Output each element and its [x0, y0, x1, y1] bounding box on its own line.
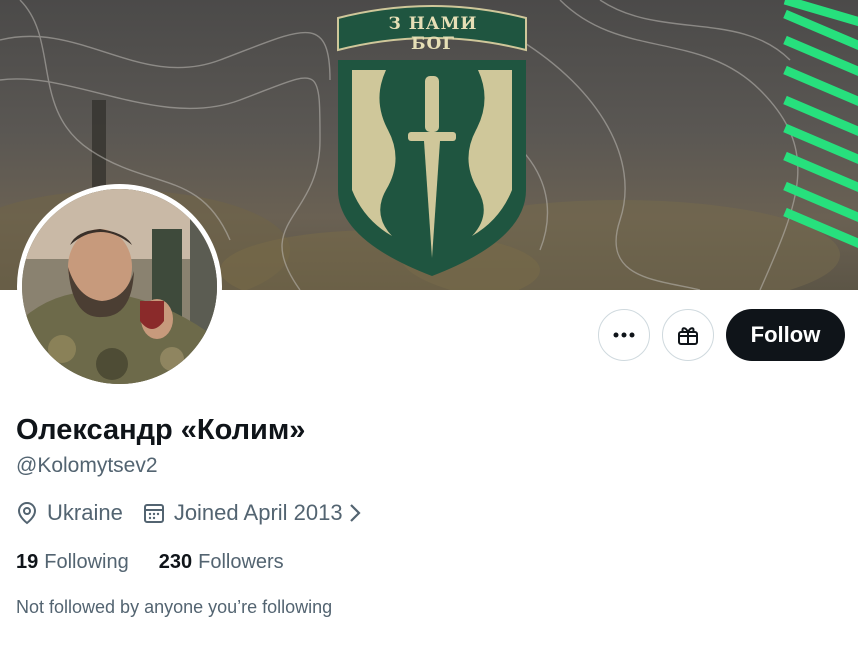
- location-text: Ukraine: [47, 500, 123, 525]
- joined-item[interactable]: Joined April 2013: [143, 500, 370, 526]
- more-icon: [613, 332, 635, 338]
- patch-motto: З НАМИ БОГ: [388, 14, 478, 54]
- location-pin-icon: [17, 501, 37, 525]
- followers-label: Followers: [198, 551, 284, 573]
- profile-meta: Ukraine Joined April 2013: [16, 500, 370, 526]
- following-count: 19: [16, 551, 39, 573]
- calendar-icon: [143, 504, 164, 523]
- following-link[interactable]: 19 Following: [16, 551, 129, 574]
- chevron-right-icon: [349, 503, 370, 523]
- avatar[interactable]: [17, 184, 222, 389]
- not-followed-notice: Not followed by anyone you’re following: [16, 597, 333, 617]
- gift-button[interactable]: [662, 309, 714, 361]
- follow-stats: 19 Following 230 Followers: [16, 551, 284, 574]
- more-options-button[interactable]: [598, 309, 650, 361]
- joined-text: Joined April 2013: [173, 500, 343, 525]
- followers-count: 230: [158, 551, 193, 573]
- location-item: Ukraine: [16, 500, 123, 526]
- display-name: Олександр «Колим»: [16, 414, 306, 446]
- followers-link[interactable]: 230 Followers: [159, 551, 284, 574]
- avatar-image: [22, 189, 217, 384]
- following-label: Following: [44, 551, 129, 573]
- user-handle: @Kolomytsev2: [16, 454, 158, 477]
- follow-button[interactable]: Follow: [726, 309, 845, 361]
- gift-icon: [678, 327, 698, 345]
